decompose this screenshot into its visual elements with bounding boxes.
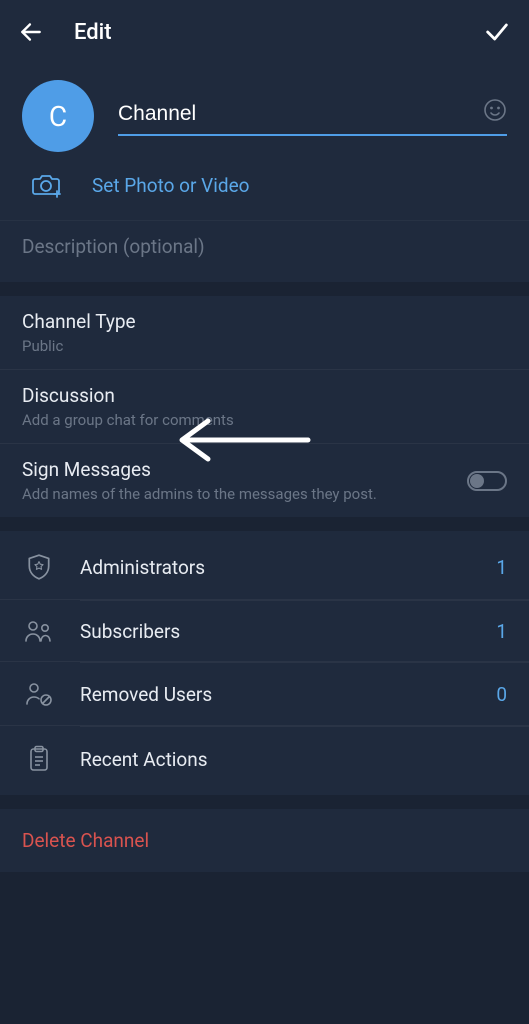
back-arrow-icon[interactable] bbox=[18, 19, 44, 45]
channel-type-label: Channel Type bbox=[22, 310, 507, 333]
description-placeholder: Description (optional) bbox=[22, 235, 205, 258]
channel-name-input[interactable] bbox=[118, 96, 507, 136]
discussion-hint: Add a group chat for comments bbox=[22, 411, 507, 429]
section-delete: Delete Channel bbox=[0, 809, 529, 872]
confirm-check-icon[interactable] bbox=[483, 18, 511, 46]
delete-channel-button[interactable]: Delete Channel bbox=[0, 809, 529, 872]
section-settings: Channel Type Public Discussion Add a gro… bbox=[0, 296, 529, 517]
topbar: Edit bbox=[0, 0, 529, 64]
avatar[interactable]: C bbox=[22, 80, 94, 152]
removed-users-count: 0 bbox=[496, 683, 507, 706]
removed-users-row[interactable]: Removed Users 0 bbox=[0, 663, 529, 726]
recent-actions-row[interactable]: Recent Actions bbox=[0, 727, 529, 791]
discussion-row[interactable]: Discussion Add a group chat for comments bbox=[0, 370, 529, 444]
subscribers-count: 1 bbox=[496, 620, 507, 643]
page-title: Edit bbox=[74, 20, 483, 45]
sign-messages-label: Sign Messages bbox=[22, 458, 507, 481]
camera-plus-icon bbox=[30, 172, 64, 198]
delete-channel-label: Delete Channel bbox=[22, 829, 149, 852]
sign-messages-hint: Add names of the admins to the messages … bbox=[22, 485, 507, 503]
subscribers-label: Subscribers bbox=[80, 620, 496, 643]
set-photo-label: Set Photo or Video bbox=[92, 174, 249, 197]
administrators-label: Administrators bbox=[80, 556, 496, 579]
clipboard-icon bbox=[22, 745, 56, 773]
person-block-icon bbox=[22, 681, 56, 707]
channel-type-value: Public bbox=[22, 337, 507, 355]
subscribers-row[interactable]: Subscribers 1 bbox=[0, 601, 529, 662]
sign-messages-toggle[interactable] bbox=[467, 471, 507, 491]
name-input-wrap bbox=[118, 96, 507, 136]
administrators-row[interactable]: Administrators 1 bbox=[0, 535, 529, 600]
emoji-icon[interactable] bbox=[483, 98, 507, 122]
administrators-count: 1 bbox=[496, 556, 507, 579]
section-management: Administrators 1 Subscribers 1 Removed U… bbox=[0, 531, 529, 795]
channel-type-row[interactable]: Channel Type Public bbox=[0, 296, 529, 370]
set-photo-row[interactable]: Set Photo or Video bbox=[0, 162, 529, 220]
profile-row: C bbox=[0, 64, 529, 162]
sign-messages-row[interactable]: Sign Messages Add names of the admins to… bbox=[0, 444, 529, 517]
avatar-letter: C bbox=[49, 100, 67, 133]
removed-users-label: Removed Users bbox=[80, 683, 496, 706]
recent-actions-label: Recent Actions bbox=[80, 748, 507, 771]
description-input[interactable]: Description (optional) bbox=[0, 220, 529, 278]
people-icon bbox=[22, 619, 56, 643]
section-profile: C Set Photo or Video Description (option… bbox=[0, 64, 529, 282]
discussion-label: Discussion bbox=[22, 384, 507, 407]
shield-star-icon bbox=[22, 553, 56, 581]
